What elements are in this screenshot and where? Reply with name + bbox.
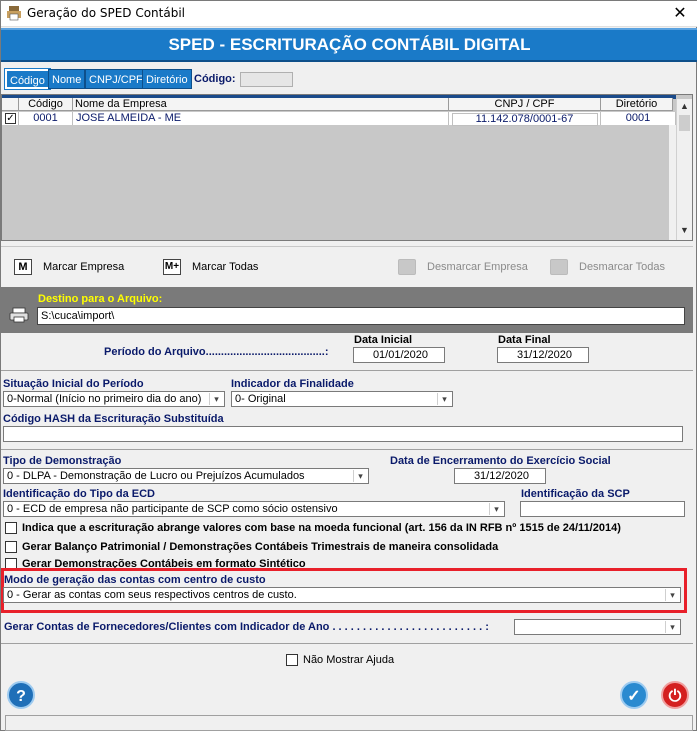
consolidated-balance-label: Gerar Balanço Patrimonial / Demonstraçõe… <box>22 541 499 553</box>
purpose-label: Indicador da Finalidade <box>231 378 354 390</box>
hash-label: Código HASH da Escrituração Substituída <box>3 413 224 425</box>
exit-button[interactable]: ⏻ <box>661 681 689 709</box>
checkmark-icon: ✓ <box>627 688 641 705</box>
cost-center-value: 0 - Gerar as contas com seus respectivos… <box>7 589 297 601</box>
status-bar <box>5 715 693 731</box>
table-row-checkbox[interactable]: ✓ <box>2 112 19 125</box>
ecd-type-label: Identificação do Tipo da ECD <box>3 488 155 500</box>
grid-header-nome[interactable]: Nome da Empresa <box>73 98 449 111</box>
mark-all-button[interactable]: Marcar Todas <box>192 261 258 273</box>
hash-input[interactable] <box>3 426 683 442</box>
functional-currency-checkbox[interactable] <box>5 522 17 534</box>
suppliers-year-label: Gerar Contas de Fornecedores/Clientes co… <box>4 621 489 633</box>
hide-help-checkbox[interactable] <box>286 654 298 666</box>
tab-nome[interactable]: Nome <box>48 69 86 89</box>
table-row-nome[interactable]: JOSE ALMEIDA - ME <box>73 112 449 125</box>
ecd-type-select[interactable]: 0 - ECD de empresa não participante de S… <box>3 501 505 517</box>
cost-center-select[interactable]: 0 - Gerar as contas com seus respectivos… <box>3 587 681 603</box>
row-check-icon[interactable]: ✓ <box>5 113 16 124</box>
divider <box>1 449 693 450</box>
purpose-value: 0- Original <box>235 393 286 405</box>
unmark-company-icon <box>398 259 416 275</box>
scroll-down-icon[interactable]: ▼ <box>680 225 689 235</box>
hide-help-label: Não Mostrar Ajuda <box>303 654 395 666</box>
divider <box>1 643 693 644</box>
mark-company-icon[interactable]: M <box>14 259 32 275</box>
purpose-select[interactable]: 0- Original ▾ <box>231 391 453 407</box>
situation-label: Situação Inicial do Período <box>3 378 144 390</box>
tab-codigo[interactable]: Código <box>4 68 51 90</box>
help-icon: ? <box>16 688 26 705</box>
destination-label: Destino para o Arquivo: <box>38 293 163 305</box>
destination-input[interactable]: S:\cuca\import\ <box>37 307 685 325</box>
end-date-label: Data Final <box>498 334 551 346</box>
app-icon <box>7 6 21 21</box>
period-label: Período do Arquivo......................… <box>104 346 329 358</box>
scroll-up-icon[interactable]: ▲ <box>680 101 689 111</box>
scp-input[interactable] <box>520 501 685 517</box>
grid-scrollbar[interactable]: ▲ ▼ <box>676 99 692 240</box>
title-bar: Geração do SPED Contábil ✕ <box>1 1 697 27</box>
unmark-all-icon <box>550 259 568 275</box>
scroll-thumb[interactable] <box>679 115 690 131</box>
start-date-label: Data Inicial <box>354 334 413 346</box>
unmark-company-button: Desmarcar Empresa <box>427 261 528 273</box>
grid-header-diretorio[interactable]: Diretório <box>601 98 673 111</box>
grid-header-codigo[interactable]: Código <box>19 98 73 111</box>
closing-date-label: Data de Encerramento do Exercício Social <box>390 455 611 467</box>
unmark-all-button: Desmarcar Todas <box>579 261 665 273</box>
chevron-down-icon[interactable]: ▾ <box>437 393 451 405</box>
grid-header-check <box>2 98 19 111</box>
situation-select[interactable]: 0-Normal (Início no primeiro dia do ano)… <box>3 391 225 407</box>
table-row-diretorio[interactable]: 0001 <box>601 112 676 125</box>
functional-currency-label: Indica que a escrituração abrange valore… <box>22 522 621 534</box>
grid-header-cnpj[interactable]: CNPJ / CPF <box>449 98 601 111</box>
divider <box>1 370 693 371</box>
synthetic-format-checkbox[interactable] <box>5 558 17 568</box>
divider <box>1 246 693 247</box>
demonstration-value: 0 - DLPA - Demonstração de Lucro ou Prej… <box>7 470 305 482</box>
demonstration-select[interactable]: 0 - DLPA - Demonstração de Lucro ou Prej… <box>3 468 369 484</box>
search-input[interactable] <box>240 72 293 87</box>
search-label: Código: <box>194 73 236 85</box>
chevron-down-icon[interactable]: ▾ <box>665 621 679 633</box>
consolidated-balance-checkbox[interactable] <box>5 541 17 553</box>
table-row-cnpj-value: 11.142.078/0001-67 <box>451 113 598 126</box>
mark-company-button[interactable]: Marcar Empresa <box>43 261 124 273</box>
ecd-type-value: 0 - ECD de empresa não participante de S… <box>7 503 338 515</box>
situation-value: 0-Normal (Início no primeiro dia do ano) <box>7 393 202 405</box>
start-date-input[interactable]: 01/01/2020 <box>353 347 445 363</box>
chevron-down-icon[interactable]: ▾ <box>209 393 223 405</box>
table-row-codigo[interactable]: 0001 <box>19 112 73 125</box>
end-date-input[interactable]: 31/12/2020 <box>497 347 589 363</box>
header-banner: SPED - ESCRITURAÇÃO CONTÁBIL DIGITAL <box>1 28 697 62</box>
chevron-down-icon[interactable]: ▾ <box>489 503 503 515</box>
table-row-cnpj[interactable]: 11.142.078/0001-67 <box>449 112 601 126</box>
printer-icon[interactable] <box>9 307 29 323</box>
power-icon: ⏻ <box>668 688 682 705</box>
tab-diretorio[interactable]: Diretório <box>142 69 192 89</box>
confirm-button[interactable]: ✓ <box>620 681 648 709</box>
scp-label: Identificação da SCP <box>521 488 630 500</box>
demonstration-label: Tipo de Demonstração <box>3 455 122 467</box>
tab-cnpj[interactable]: CNPJ/CPF <box>85 69 147 89</box>
close-icon[interactable]: ✕ <box>665 3 695 25</box>
closing-date-input[interactable]: 31/12/2020 <box>454 468 546 484</box>
banner-title: SPED - ESCRITURAÇÃO CONTÁBIL DIGITAL <box>168 35 531 54</box>
mark-all-icon[interactable]: M+ <box>163 259 181 275</box>
window-title: Geração do SPED Contábil <box>27 6 186 20</box>
suppliers-year-select[interactable]: ▾ <box>514 619 681 635</box>
chevron-down-icon[interactable]: ▾ <box>353 470 367 482</box>
sped-window: Geração do SPED Contábil ✕ SPED - ESCRIT… <box>0 0 697 731</box>
help-button[interactable]: ? <box>7 681 35 709</box>
chevron-down-icon[interactable]: ▾ <box>665 589 679 601</box>
grid-blank-strip <box>669 125 676 240</box>
cost-center-label: Modo de geração das contas com centro de… <box>4 574 266 586</box>
